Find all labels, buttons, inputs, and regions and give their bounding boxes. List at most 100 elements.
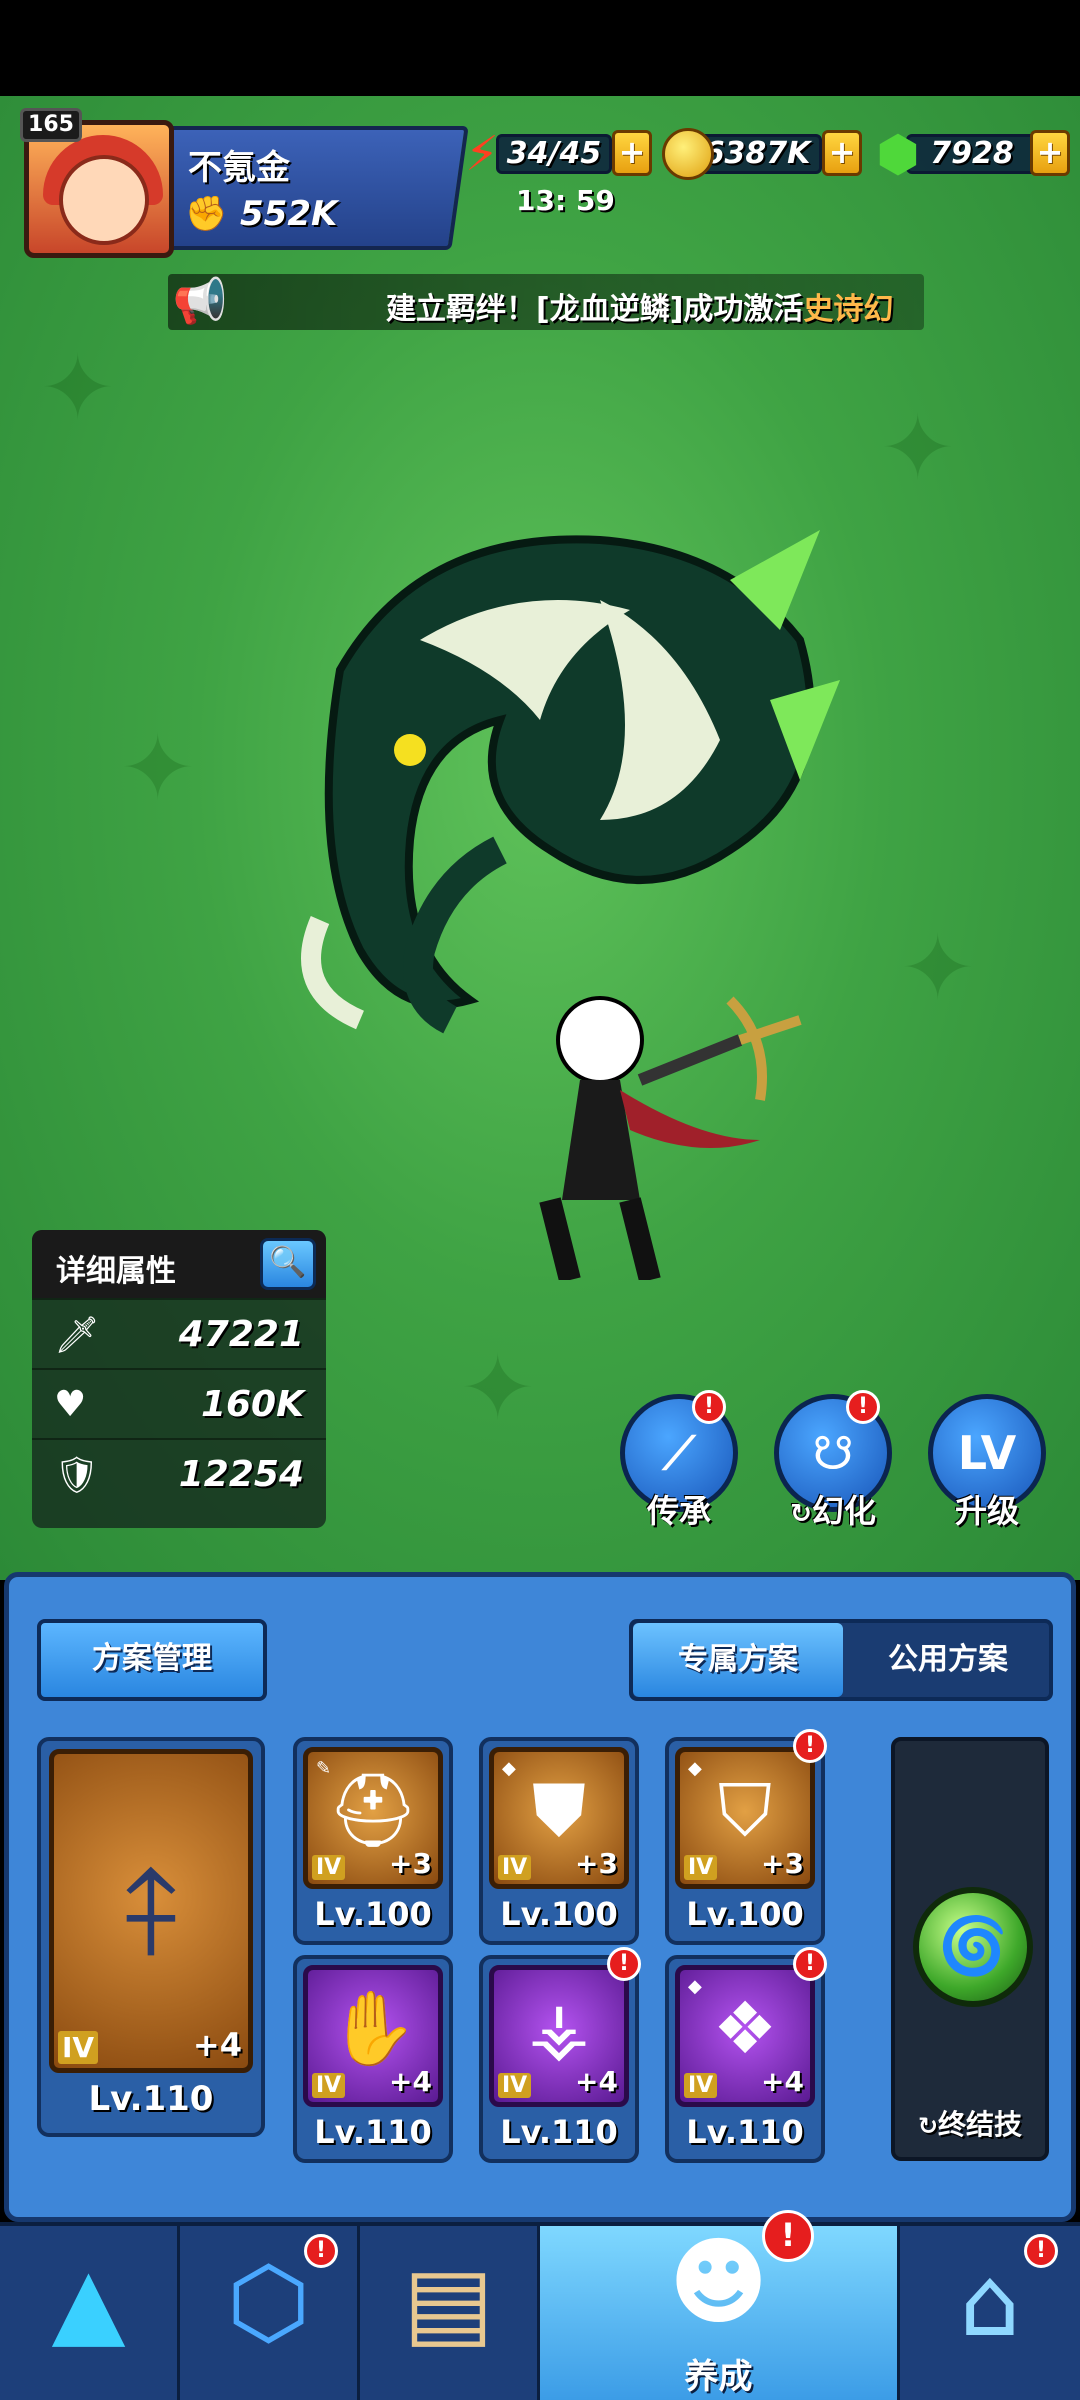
background-pattern: ✦ (40, 336, 116, 441)
alert-badge: ! (846, 1390, 880, 1424)
helmet-icon: ⛑ (327, 1768, 419, 1852)
broadcast-text: 建立羁绊！[龙血逆鳞]成功激活史诗幻 (386, 284, 893, 328)
nav-item-rune[interactable]: ⬡ ! (180, 2226, 360, 2400)
alert-badge: ! (304, 2234, 338, 2268)
add-energy-button[interactable]: + (612, 130, 652, 176)
ultimate-label: ↻终结技 (895, 2103, 1045, 2143)
alert-badge: ! (607, 1947, 641, 1981)
energy-value: 34/45 (496, 134, 612, 174)
gear-item: ◆ ❖ IV +4 (675, 1965, 815, 2107)
player-level-badge: 165 (20, 108, 82, 142)
player-name: 不氪金 (188, 148, 290, 188)
gear-slot-armor[interactable]: ◆ ⛊ IV +3 Lv.100 (479, 1737, 639, 1945)
broadcast-highlight: 史诗幻 (803, 292, 894, 327)
weapon-item: ⤉ IV +4 (49, 1749, 253, 2073)
player-profile[interactable]: 165 不氪金 ✊ 552K (20, 108, 469, 258)
alert-badge: ! (692, 1390, 726, 1424)
belt-icon: ⛉ (717, 1768, 772, 1852)
gear-item: ✋ IV +4 (303, 1965, 443, 2107)
attack-value: 47221 (178, 1314, 304, 1355)
gear-rank: IV (684, 1855, 718, 1880)
broadcast-banner[interactable]: 📢 建立羁绊！[龙血逆鳞]成功激活史诗幻 (168, 274, 924, 330)
gear-plus: +3 (761, 1847, 804, 1880)
sword-icon: 🗡 (54, 1315, 100, 1356)
transform-button[interactable]: ☋ ↻幻化 ! (768, 1390, 898, 1534)
transform-label: ↻幻化 (768, 1486, 898, 1532)
weapon-rank: IV (58, 2031, 99, 2064)
plan-tabs: 专属方案 公用方案 (629, 1619, 1053, 1701)
nav-item-develop[interactable]: ☻ 养成 ! (540, 2210, 900, 2400)
tab-exclusive-plan[interactable]: 专属方案 (633, 1623, 843, 1697)
broadcast-message: 建立羁绊！[龙血逆鳞]成功激活 (386, 292, 804, 327)
gear-slot-belt[interactable]: ◆ ⛉ IV +3 Lv.100 ! (665, 1729, 827, 1945)
gear-level: Lv.110 (314, 2113, 432, 2151)
gear-rank: IV (684, 2073, 718, 2098)
megaphone-icon: 📢 (172, 276, 228, 327)
bottom-nav: ▲ ⬡ ! ▤ ☻ 养成 ! ⌂ ! (0, 2210, 1080, 2400)
background-pattern: ✦ (880, 396, 956, 501)
avatar-face (59, 155, 149, 245)
add-gold-button[interactable]: + (822, 130, 862, 176)
nav-item-store[interactable]: ⌂ ! (900, 2226, 1080, 2400)
crossbow-icon: ⤉ (124, 1844, 178, 1983)
gear-rank: IV (312, 1855, 346, 1880)
gem-value: 7928 (906, 134, 1038, 174)
alert-badge: ! (793, 1729, 827, 1763)
heart-icon: ♥ (54, 1384, 87, 1425)
background-pattern: ✦ (460, 1336, 536, 1441)
background-pattern: ✦ (900, 916, 976, 1021)
amulet-icon: ❖ (712, 1986, 778, 2070)
status-bar (0, 0, 1080, 96)
weapon-level: Lv.110 (88, 2079, 214, 2119)
character-icon: ☻ (668, 2226, 769, 2338)
weapon-slot[interactable]: ⤉ IV +4 Lv.110 (37, 1737, 265, 2137)
gear-level: Lv.100 (686, 1895, 804, 1933)
gear-plus: +3 (389, 1847, 432, 1880)
stat-row-defense: 🛡 12254 (32, 1438, 326, 1508)
upgrade-button[interactable]: LV 升级 (922, 1394, 1052, 1534)
gear-item: ◆ ⛊ IV +3 (489, 1747, 629, 1889)
gem-resource: 7928 ⬢ + (872, 125, 1072, 183)
gear-slot-boots[interactable]: ⚶ IV +4 Lv.110 ! (479, 1947, 641, 2163)
fist-icon: ✊ (185, 194, 228, 234)
gear-item: ⚶ IV +4 (489, 1965, 629, 2107)
defense-value: 12254 (178, 1454, 304, 1495)
ultimate-skill-slot[interactable]: 🌀 ↻终结技 (891, 1737, 1049, 2161)
gear-plus: +3 (575, 1847, 618, 1880)
gear-level: Lv.100 (314, 1895, 432, 1933)
inherit-button[interactable]: ⟋ 传承 ! (614, 1390, 744, 1534)
hero-dragon-art[interactable] (300, 520, 860, 1280)
magnifier-icon: 🔍 (269, 1245, 307, 1280)
gear-item: ◆ ⛉ IV +3 (675, 1747, 815, 1889)
gem-icon: ⬢ (876, 125, 920, 183)
alert-badge: ! (793, 1947, 827, 1981)
gear-plus: +4 (575, 2065, 618, 2098)
upgrade-label: 升级 (954, 1492, 1019, 1530)
nav-label-develop: 养成 (684, 2357, 753, 2397)
tab-public-plan[interactable]: 公用方案 (843, 1623, 1053, 1697)
gear-slot-gauntlet[interactable]: ✋ IV +4 Lv.110 (293, 1955, 453, 2163)
plan-management-button[interactable]: 方案管理 (37, 1619, 267, 1701)
energy-timer: 13: 59 (516, 184, 615, 217)
gear-slot-amulet[interactable]: ◆ ❖ IV +4 Lv.110 ! (665, 1947, 827, 2163)
nav-item-crystal[interactable]: ▲ (0, 2226, 180, 2400)
refresh-icon: ↻ (790, 1499, 812, 1529)
crystal-icon: ▲ (51, 2246, 126, 2358)
swirl-icon: 🌀 (913, 1887, 1033, 2007)
hp-value: 160K (200, 1384, 304, 1425)
gear-slot-helmet[interactable]: ✎ ⛑ IV +3 Lv.100 (293, 1737, 453, 1945)
alert-badge: ! (762, 2210, 814, 2262)
gear-level: Lv.110 (500, 2113, 618, 2151)
add-gems-button[interactable]: + (1030, 130, 1070, 176)
gold-coin-icon (662, 128, 714, 180)
stats-search-button[interactable]: 🔍 (260, 1238, 316, 1290)
shield-icon: 🛡 (54, 1455, 100, 1496)
gear-rank: IV (498, 1855, 532, 1880)
gear-rank: IV (498, 2073, 532, 2098)
gear-plus: +4 (389, 2065, 432, 2098)
nav-item-map[interactable]: ▤ (360, 2226, 540, 2400)
stats-header: 详细属性 🔍 (32, 1230, 326, 1298)
transform-text: 幻化 (811, 1492, 876, 1530)
stats-title: 详细属性 (56, 1254, 176, 1289)
equipment-panel: 方案管理 专属方案 公用方案 ⤉ IV +4 Lv.110 ✎ ⛑ IV +3 … (4, 1572, 1076, 2222)
